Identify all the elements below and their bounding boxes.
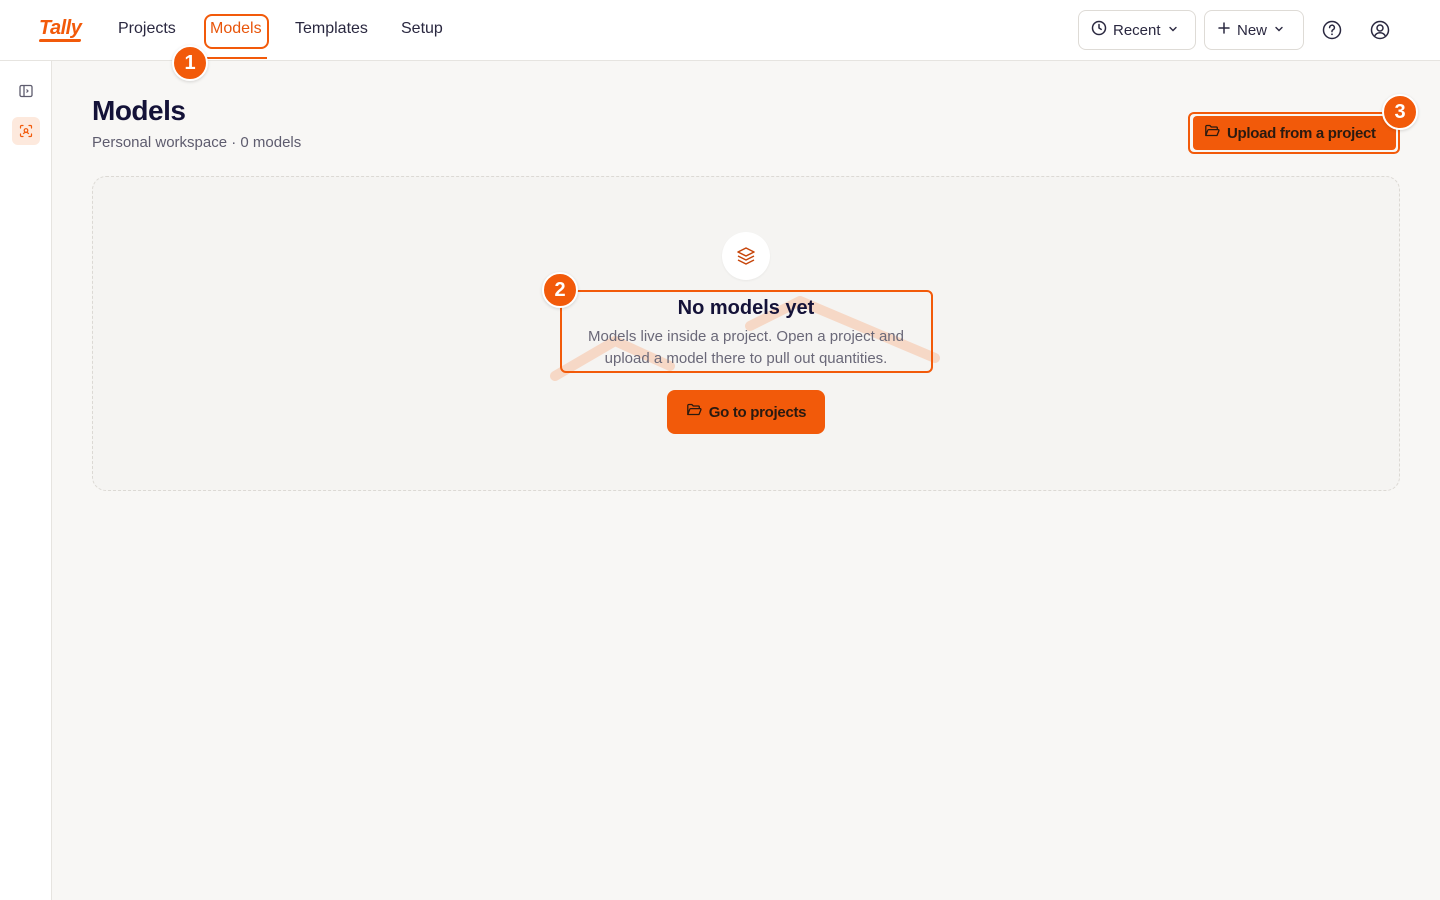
annotation-badge-1: 1 [172, 45, 208, 81]
scan-model-icon[interactable] [12, 117, 40, 145]
sidebar-toggle-icon[interactable] [12, 77, 40, 105]
clock-icon [1091, 20, 1107, 40]
page-subtitle: Personal workspace · 0 models [92, 134, 302, 151]
help-icon[interactable] [1320, 18, 1344, 42]
annotation-badge-3: 3 [1382, 94, 1418, 130]
tally-logo[interactable]: Tally [39, 17, 82, 40]
go-to-projects-button[interactable]: Go to projects [667, 390, 825, 434]
folder-open-icon [686, 402, 702, 422]
new-label: New [1237, 21, 1268, 39]
recent-button[interactable]: Recent [1078, 10, 1196, 50]
active-nav-indicator [205, 57, 267, 59]
chevron-down-icon [1167, 22, 1179, 39]
sidebar [0, 61, 52, 900]
chevron-down-icon [1273, 22, 1285, 39]
page-title: Models [92, 95, 186, 126]
new-button[interactable]: New [1204, 10, 1304, 50]
nav-templates[interactable]: Templates [295, 20, 368, 38]
annotation-badge-2: 2 [542, 272, 578, 308]
annotation-highlight-1 [204, 14, 269, 49]
plus-icon [1217, 21, 1231, 39]
nav-projects[interactable]: Projects [118, 20, 176, 38]
go-to-projects-label: Go to projects [708, 403, 807, 421]
annotation-highlight-2 [560, 290, 933, 373]
recent-label: Recent [1113, 21, 1161, 39]
layers-icon [722, 232, 770, 280]
annotation-highlight-3 [1188, 112, 1400, 154]
nav-setup[interactable]: Setup [401, 20, 443, 38]
user-account-icon[interactable] [1368, 18, 1392, 42]
